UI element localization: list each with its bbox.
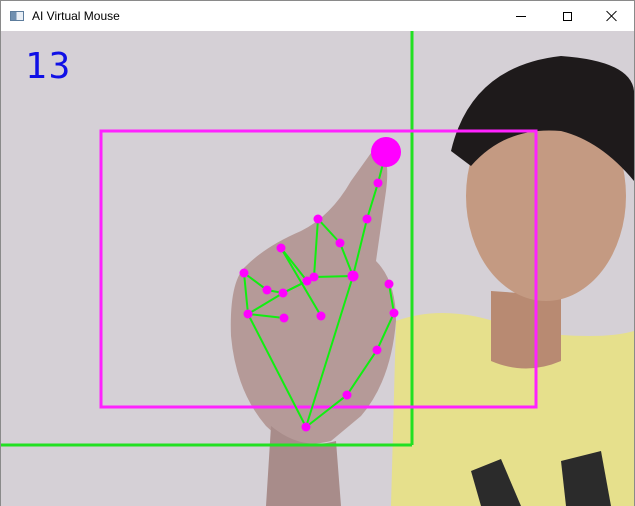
fps-counter: 13 (25, 46, 73, 87)
app-icon (10, 11, 24, 21)
minimize-icon (516, 15, 526, 17)
app-window: AI Virtual Mouse 13 (0, 0, 635, 506)
webcam-feed: 13 (1, 31, 634, 506)
maximize-button[interactable] (544, 1, 590, 31)
camera-scene (1, 31, 634, 506)
minimize-button[interactable] (498, 1, 544, 31)
window-title: AI Virtual Mouse (32, 9, 120, 23)
close-icon (606, 10, 618, 22)
close-button[interactable] (589, 1, 635, 31)
maximize-icon (562, 11, 572, 21)
person-neck (491, 291, 561, 369)
title-bar[interactable]: AI Virtual Mouse (1, 1, 634, 31)
fingertip-cursor (371, 137, 401, 167)
